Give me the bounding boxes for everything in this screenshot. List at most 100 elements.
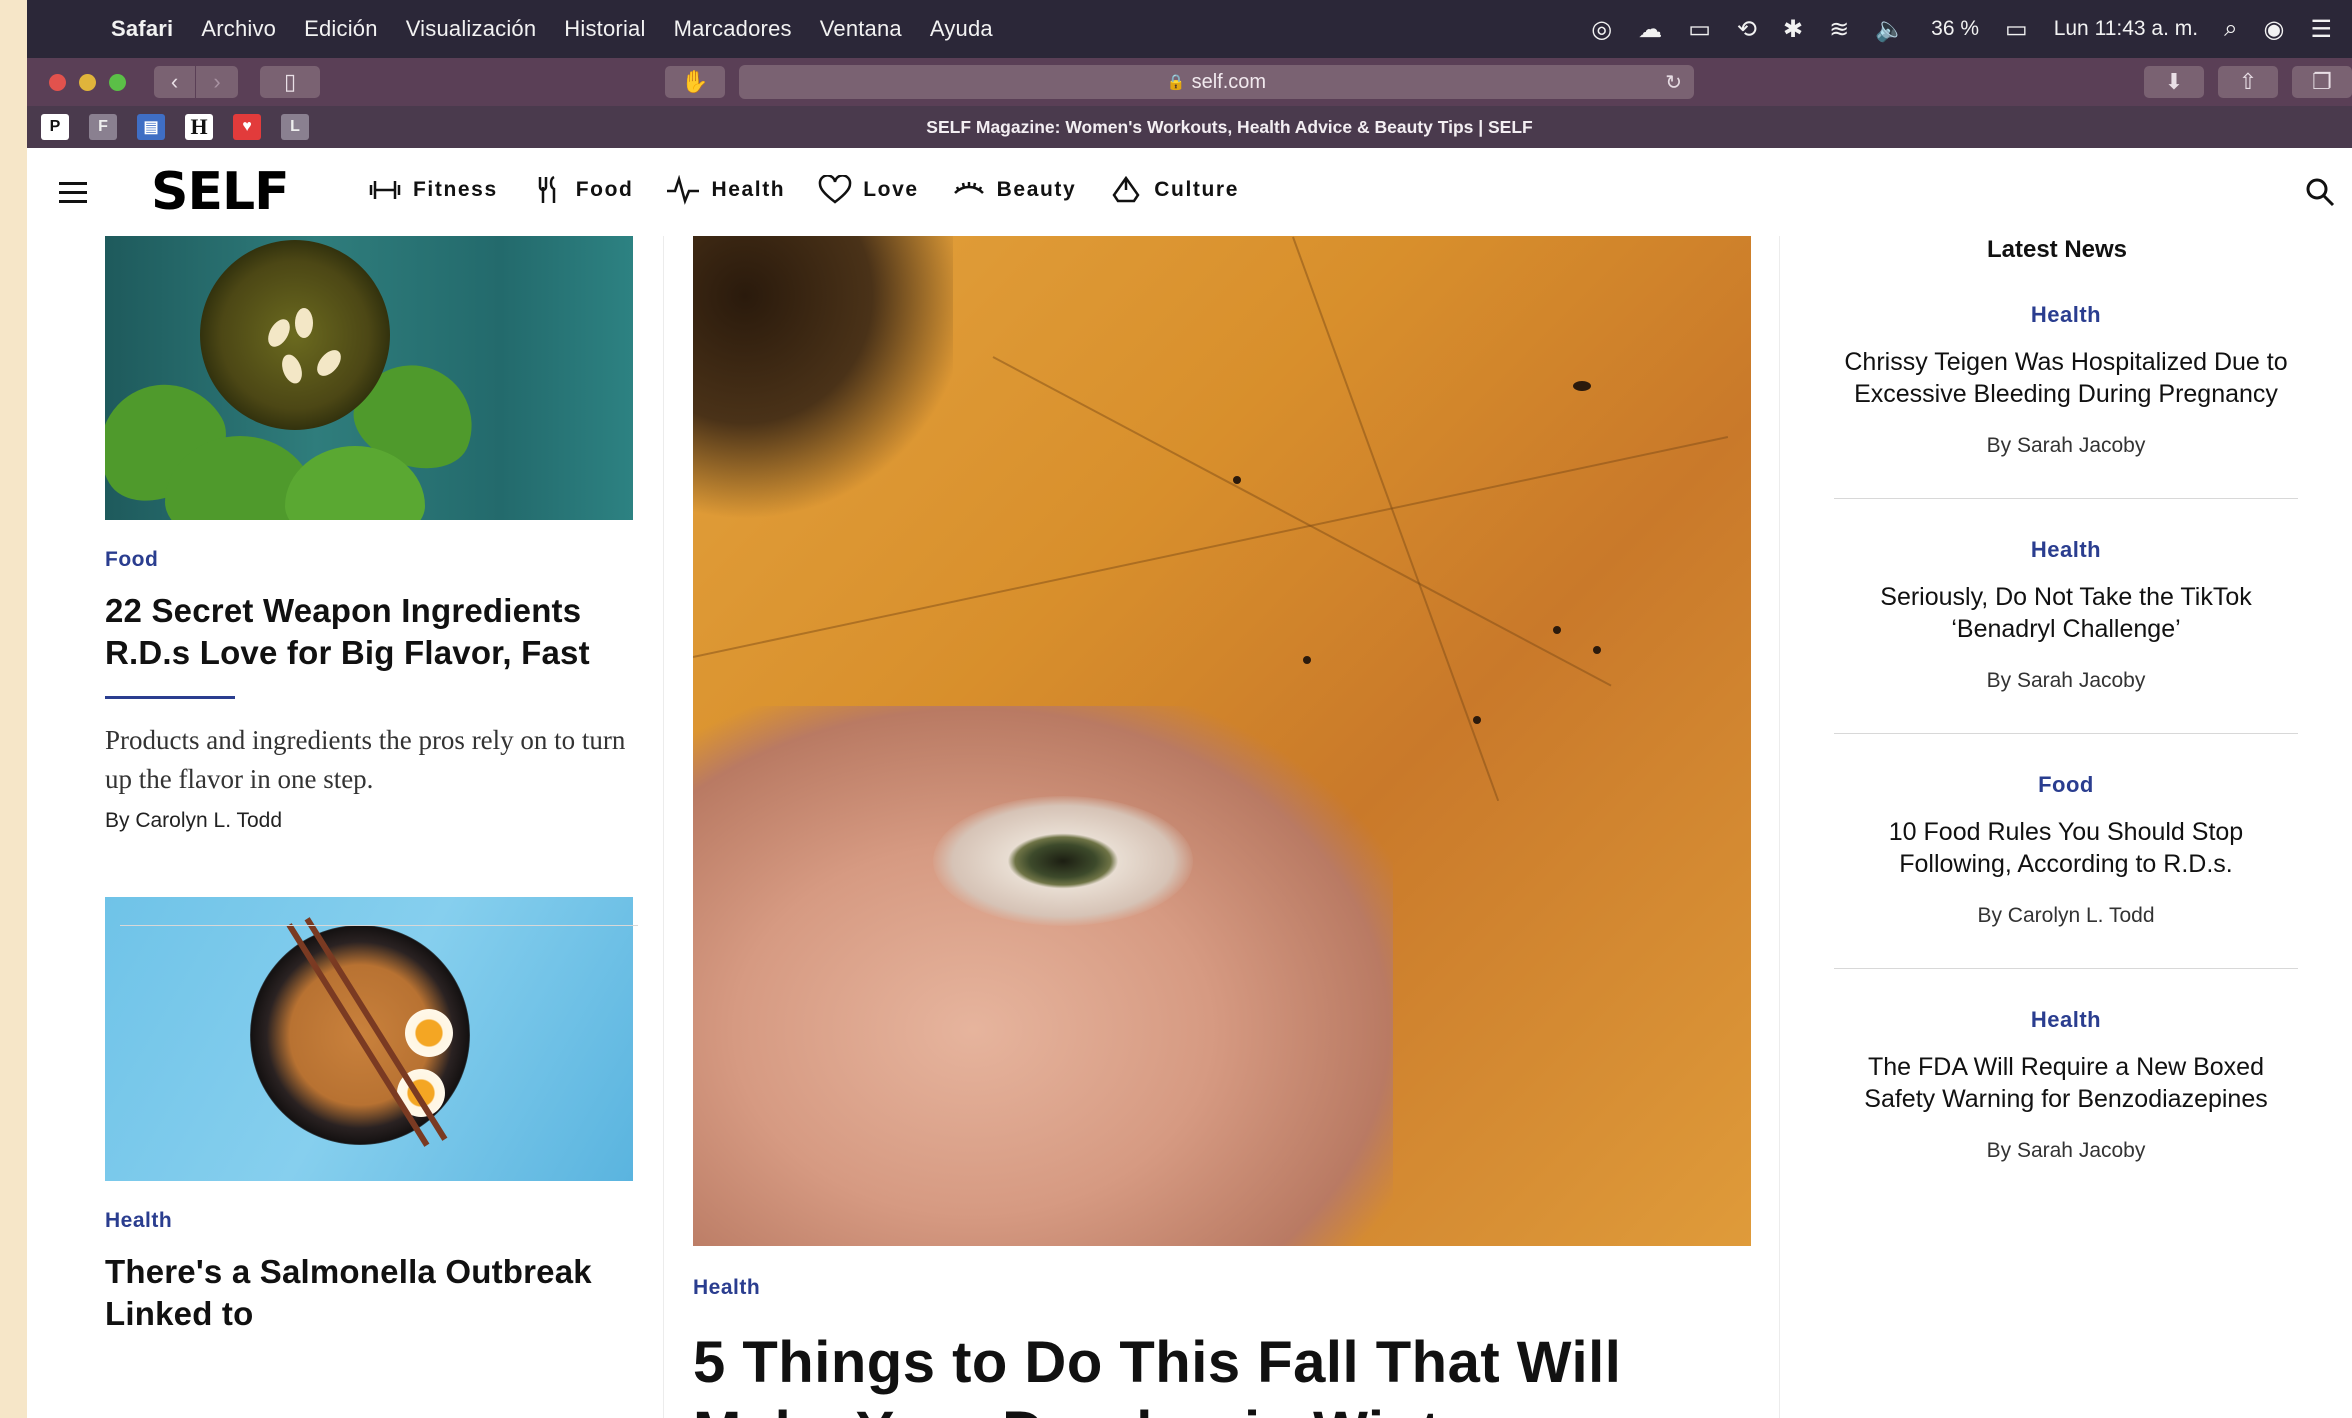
news-headline[interactable]: 10 Food Rules You Should Stop Following,… [1834, 816, 2298, 880]
menu-edicion[interactable]: Edición [304, 16, 378, 42]
hero-leaf-eye-image[interactable] [693, 236, 1751, 1246]
time-machine-icon[interactable]: ⟲ [1737, 15, 1757, 44]
news-category[interactable]: Food [1834, 772, 2298, 798]
volume-icon[interactable]: 🔈 [1875, 15, 1905, 44]
news-byline[interactable]: By Sarah Jacoby [1834, 669, 2298, 693]
wifi-icon[interactable]: ≋ [1829, 15, 1849, 44]
menu-ayuda[interactable]: Ayuda [930, 16, 993, 42]
forward-button[interactable]: › [196, 66, 238, 98]
article-byline[interactable]: By Carolyn L. Todd [105, 809, 633, 833]
battery-percent[interactable]: 36 % [1931, 17, 1979, 41]
ramen-bowl-image[interactable] [105, 897, 633, 1181]
toolbar-right-buttons: ⬇ ⇧ ❐ [2144, 66, 2352, 98]
headline-underline [105, 696, 235, 699]
pesto-bowl [200, 240, 390, 430]
nav-love-label: Love [863, 178, 919, 201]
search-icon[interactable] [2304, 176, 2336, 208]
article-headline[interactable]: 22 Secret Weapon Ingredients R.D.s Love … [105, 590, 633, 674]
leaf-spot [1233, 476, 1241, 484]
zoom-window-button[interactable] [109, 73, 126, 91]
nav-food-label: Food [575, 178, 634, 201]
site-nav: SELF Fitness Food Health Love Beauty Cul… [27, 148, 2352, 236]
egg-half [405, 1009, 453, 1057]
news-category[interactable]: Health [1834, 1007, 2298, 1033]
pesto-bowl-image[interactable] [105, 236, 633, 520]
back-button[interactable]: ‹ [154, 66, 196, 98]
nav-health-label: Health [711, 178, 786, 201]
leaf-spot [1573, 381, 1591, 391]
safari-toolbar: ‹ › ▯ ✋ 🔒 self.com ↻ ⬇ ⇧ ❐ [27, 58, 2352, 106]
column-divider [1779, 236, 1780, 1418]
article-separator [120, 925, 638, 926]
heartbeat-icon [667, 175, 700, 205]
news-byline[interactable]: By Carolyn L. Todd [1834, 904, 2298, 928]
hero-face [693, 706, 1393, 1246]
tabs-overview-button[interactable]: ❐ [2292, 66, 2352, 98]
minimize-window-button[interactable] [79, 73, 96, 91]
page-title: SELF Magazine: Women's Workouts, Health … [926, 117, 1533, 137]
news-item[interactable]: Health Seriously, Do Not Take the TikTok… [1834, 499, 2298, 734]
address-bar[interactable]: 🔒 self.com ↻ [739, 65, 1694, 99]
leaf-spot [1553, 626, 1561, 634]
nav-beauty[interactable]: Beauty [951, 175, 1077, 205]
url-text: self.com [1191, 70, 1267, 93]
hamburger-menu-icon[interactable] [59, 182, 87, 209]
bluetooth-icon[interactable]: ✱ [1783, 15, 1803, 44]
menu-historial[interactable]: Historial [564, 16, 645, 42]
hero-shadow [693, 236, 953, 536]
lock-icon: 🔒 [1166, 74, 1186, 91]
nav-culture-label: Culture [1154, 178, 1239, 201]
nav-love[interactable]: Love [817, 175, 918, 205]
news-item[interactable]: Food 10 Food Rules You Should Stop Follo… [1834, 734, 2298, 969]
news-category[interactable]: Health [1834, 537, 2298, 563]
downloads-button[interactable]: ⬇ [2144, 66, 2204, 98]
category-nav: Fitness Food Health Love Beauty Culture [367, 175, 1239, 205]
sidebar-toggle-button[interactable]: ▯ [260, 66, 320, 98]
hero-category[interactable]: Health [693, 1276, 1751, 1300]
news-item[interactable]: Health Chrissy Teigen Was Hospitalized D… [1834, 264, 2298, 499]
hero-headline[interactable]: 5 Things to Do This Fall That Will Make … [693, 1328, 1751, 1418]
article-headline[interactable]: There's a Salmonella Outbreak Linked to [105, 1251, 633, 1335]
leaf-spot [1593, 646, 1601, 654]
menu-marcadores[interactable]: Marcadores [674, 16, 792, 42]
news-headline[interactable]: Chrissy Teigen Was Hospitalized Due to E… [1834, 346, 2298, 410]
menu-app-safari[interactable]: Safari [111, 16, 173, 42]
news-byline[interactable]: By Sarah Jacoby [1834, 1139, 2298, 1163]
leaf-spot [1303, 656, 1311, 664]
left-column: Food 22 Secret Weapon Ingredients R.D.s … [105, 236, 633, 1335]
menubar-clock[interactable]: Lun 11:43 a. m. [2054, 17, 2198, 41]
site-logo[interactable]: SELF [151, 162, 290, 222]
main-column: Health 5 Things to Do This Fall That Wil… [693, 236, 1751, 1418]
menu-visualizacion[interactable]: Visualización [406, 16, 537, 42]
news-item[interactable]: Health The FDA Will Require a New Boxed … [1834, 969, 2298, 1203]
reload-icon[interactable]: ↻ [1665, 70, 1682, 95]
macos-menu-bar: Safari Archivo Edición Visualización His… [27, 0, 2352, 58]
menu-ventana[interactable]: Ventana [820, 16, 902, 42]
column-divider [663, 236, 664, 1418]
nav-beauty-label: Beauty [996, 178, 1077, 201]
nav-fitness[interactable]: Fitness [367, 175, 498, 205]
news-category[interactable]: Health [1834, 302, 2298, 328]
pine-nut [295, 308, 313, 338]
menu-archivo[interactable]: Archivo [201, 16, 276, 42]
leaf-vein [992, 356, 1612, 687]
news-headline[interactable]: Seriously, Do Not Take the TikTok ‘Benad… [1834, 581, 2298, 645]
cloud-icon[interactable]: ☁ [1638, 15, 1662, 44]
notification-center-icon[interactable]: ☰ [2310, 15, 2332, 44]
close-window-button[interactable] [49, 73, 66, 91]
bookmarks-bar: SELF Magazine: Women's Workouts, Health … [27, 106, 2352, 148]
airplay-icon[interactable]: ▭ [1688, 15, 1711, 44]
extension-button[interactable]: ✋ [665, 66, 725, 98]
share-button[interactable]: ⇧ [2218, 66, 2278, 98]
article-category[interactable]: Food [105, 548, 633, 572]
nav-culture[interactable]: Culture [1108, 175, 1239, 205]
news-headline[interactable]: The FDA Will Require a New Boxed Safety … [1834, 1051, 2298, 1115]
nav-health[interactable]: Health [665, 175, 785, 205]
battery-icon[interactable]: ▭ [2005, 15, 2028, 44]
spotlight-search-icon[interactable]: ⌕ [2224, 15, 2237, 43]
status-app-icon[interactable]: ◎ [1591, 15, 1612, 44]
nav-food[interactable]: Food [530, 175, 634, 205]
siri-icon[interactable]: ◉ [2264, 15, 2285, 44]
article-category[interactable]: Health [105, 1209, 633, 1233]
news-byline[interactable]: By Sarah Jacoby [1834, 434, 2298, 458]
